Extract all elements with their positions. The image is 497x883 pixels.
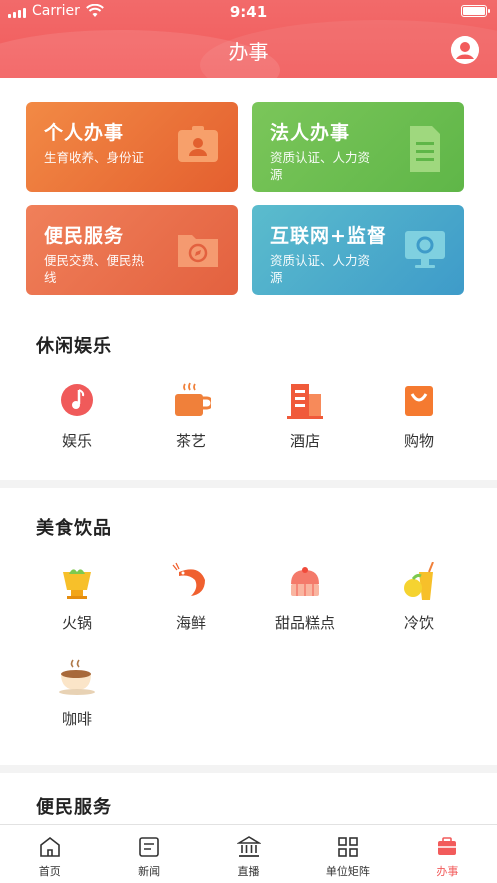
- tab-label: 新闻: [138, 865, 161, 878]
- grid-item-label: 购物: [403, 432, 434, 450]
- tab-label: 办事: [436, 865, 459, 878]
- grid-item-label: 酒店: [289, 432, 320, 450]
- tab-label: 首页: [38, 865, 61, 878]
- tab-home[interactable]: 首页: [0, 825, 99, 883]
- grid-item-hotpot[interactable]: 火锅: [20, 562, 134, 633]
- food-section: 美食饮品 火锅 海鲜 甜品糕点 冷饮 咖啡: [0, 488, 497, 765]
- grid-item-dessert[interactable]: 甜品糕点: [248, 562, 362, 633]
- grid-item-label: 冷饮: [403, 614, 434, 632]
- clock: 9:41: [229, 3, 268, 21]
- grid-item-coffee[interactable]: 咖啡: [20, 658, 134, 729]
- status-bar: Carrier 9:41: [0, 0, 497, 24]
- tab-unit-matrix[interactable]: 单位矩阵: [298, 825, 397, 883]
- main-content: 个人办事 生育收养、身份证 法人办事 资质认证、人力资源 便民服务 便民交费、便…: [0, 78, 497, 824]
- cold-drink-icon: [404, 562, 434, 600]
- section-title-food: 美食饮品: [36, 518, 112, 539]
- tea-cup-icon: [175, 382, 211, 416]
- music-note-icon: [61, 384, 93, 416]
- services-section: 个人办事 生育收养、身份证 法人办事 资质认证、人力资源 便民服务 便民交费、便…: [0, 78, 497, 480]
- card-subtitle: 资质认证、人力资源: [270, 253, 371, 285]
- news-icon: [139, 837, 159, 857]
- grid-item-label: 火锅: [61, 614, 92, 632]
- grid-item-label: 茶艺: [175, 432, 206, 450]
- tab-label: 单位矩阵: [325, 865, 370, 878]
- card-subtitle: 生育收养、身份证: [44, 150, 145, 165]
- tab-label: 直播: [237, 865, 260, 878]
- grid-item-label: 海鲜: [175, 614, 206, 632]
- affairs-icon: [438, 837, 457, 855]
- home-icon: [39, 836, 60, 857]
- bottom-tab-bar: 首页 新闻 直播 单位矩阵 办事: [0, 824, 497, 883]
- matrix-icon: [338, 837, 358, 857]
- battery-icon: [461, 5, 490, 17]
- tab-live[interactable]: 直播: [199, 825, 298, 883]
- grid-item-hotel[interactable]: 酒店: [248, 380, 362, 451]
- section-title-leisure: 休闲娱乐: [36, 336, 112, 357]
- shrimp-icon: [172, 562, 205, 596]
- service-cards: 个人办事 生育收养、身份证 法人办事 资质认证、人力资源 便民服务 便民交费、便…: [26, 102, 473, 295]
- government-building-icon: [236, 836, 261, 857]
- user-profile-button[interactable]: [451, 36, 479, 64]
- user-circle-icon: [451, 36, 479, 64]
- grid-item-tea[interactable]: 茶艺: [134, 380, 248, 451]
- tab-affairs[interactable]: 办事: [398, 825, 497, 883]
- grid-item-entertainment[interactable]: 娱乐: [20, 380, 134, 451]
- cake-icon: [291, 567, 319, 596]
- coffee-icon: [59, 659, 95, 695]
- hotel-building-icon: [287, 384, 323, 419]
- grid-item-cold-drink[interactable]: 冷饮: [362, 562, 476, 633]
- card-internet-supervision[interactable]: 互联网+监督 资质认证、人力资源: [252, 205, 464, 295]
- card-personal-affairs[interactable]: 个人办事 生育收养、身份证: [26, 102, 238, 192]
- page-title: 办事: [228, 40, 269, 64]
- convenience-section: 便民服务: [0, 773, 497, 824]
- grid-item-label: 娱乐: [61, 432, 92, 450]
- tab-news[interactable]: 新闻: [99, 825, 198, 883]
- folder-compass-icon: [178, 235, 218, 267]
- shopping-bag-icon: [405, 386, 433, 416]
- card-convenience-services[interactable]: 便民服务 便民交费、便民热线: [26, 205, 238, 295]
- id-card-icon: [178, 126, 218, 162]
- card-subtitle: 便民交费、便民热线: [44, 253, 145, 285]
- food-grid-row-2: 咖啡: [20, 658, 477, 729]
- leisure-grid: 娱乐 茶艺 酒店 购物: [20, 380, 477, 451]
- grid-item-label: 咖啡: [61, 710, 92, 728]
- document-icon: [410, 126, 440, 172]
- app-header: Carrier 9:41 办事: [0, 0, 497, 78]
- grid-item-seafood[interactable]: 海鲜: [134, 562, 248, 633]
- card-legal-affairs[interactable]: 法人办事 资质认证、人力资源: [252, 102, 464, 192]
- grid-item-label: 甜品糕点: [274, 614, 335, 632]
- monitor-icon: [405, 231, 445, 268]
- grid-item-shopping[interactable]: 购物: [362, 380, 476, 451]
- section-title-convenience: 便民服务: [36, 797, 112, 818]
- food-grid: 火锅 海鲜 甜品糕点 冷饮: [20, 562, 477, 633]
- hotpot-icon: [63, 569, 91, 599]
- card-subtitle: 资质认证、人力资源: [270, 150, 371, 182]
